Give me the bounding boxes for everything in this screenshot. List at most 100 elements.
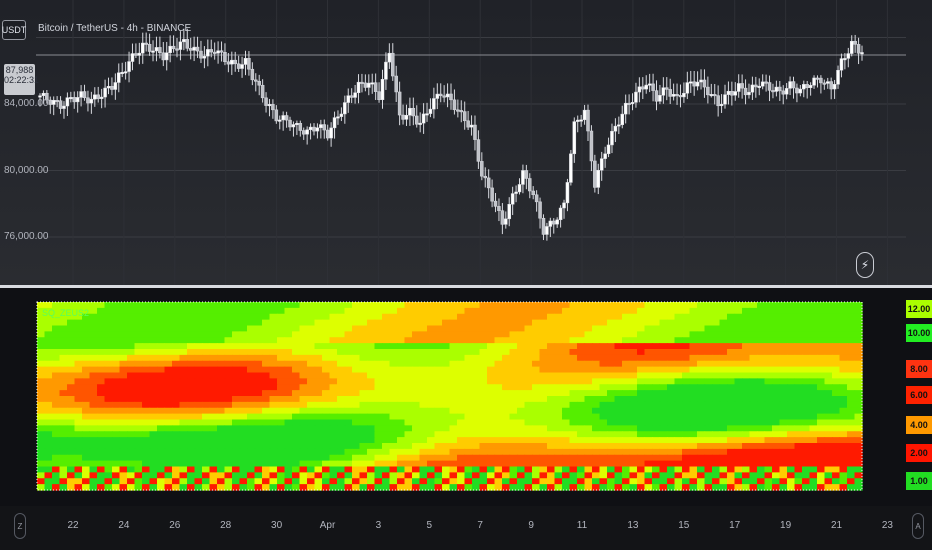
heat-cell — [344, 472, 353, 479]
candle — [346, 88, 350, 113]
heat-cell — [464, 319, 473, 327]
heat-cell — [442, 460, 451, 468]
heat-cell — [187, 337, 196, 344]
heat-cell — [704, 413, 713, 421]
heat-cell — [442, 313, 451, 321]
heat-cell — [584, 413, 593, 421]
heat-cell — [172, 372, 181, 379]
heat-cell — [539, 443, 548, 450]
heat-cell — [622, 337, 631, 344]
heat-cell — [359, 354, 368, 362]
heat-cell — [97, 419, 106, 426]
candle — [106, 77, 111, 95]
candle — [120, 62, 124, 78]
heat-cell — [734, 407, 743, 415]
heat-cell — [194, 484, 203, 491]
heat-cell — [772, 384, 781, 391]
heat-cell — [494, 384, 503, 391]
heat-cell — [382, 378, 391, 385]
heat-cell — [487, 337, 496, 344]
heat-cell — [832, 366, 841, 374]
heat-cell — [374, 478, 383, 485]
heat-cell — [787, 372, 796, 379]
heat-cell — [352, 413, 361, 421]
scroll-left-button[interactable]: Z — [14, 513, 26, 539]
indicator-pane[interactable]: SQ_ZEUS2 12.00 10.00 8.00 6.00 4.00 2.00… — [0, 288, 932, 506]
heat-cell — [719, 331, 728, 338]
heat-cell — [652, 307, 661, 315]
heat-cell — [599, 378, 608, 385]
heat-cell — [554, 325, 563, 332]
heat-cell — [232, 478, 241, 485]
heat-cell — [299, 302, 308, 309]
heat-cell — [322, 431, 331, 438]
heat-cell — [817, 413, 826, 421]
heat-cell — [704, 419, 713, 426]
lightning-icon[interactable]: ⚡ — [856, 252, 874, 278]
heat-cell — [637, 366, 646, 374]
heat-cell — [277, 425, 286, 432]
heat-cell — [314, 343, 323, 350]
heat-cell — [382, 466, 391, 473]
heat-cell — [194, 431, 203, 438]
heat-cell — [367, 401, 376, 409]
time-tick: 21 — [830, 520, 843, 531]
heat-cell — [659, 349, 668, 356]
heat-cell — [329, 307, 338, 315]
heat-cell — [239, 378, 248, 385]
heat-cell — [127, 396, 136, 403]
heat-cell — [524, 384, 533, 391]
heat-cell — [652, 354, 661, 362]
auto-scale-button[interactable]: A — [912, 513, 924, 539]
heat-cell — [344, 319, 353, 327]
heat-cell — [787, 448, 796, 456]
heat-cell — [247, 396, 256, 403]
heat-cell — [719, 307, 728, 315]
heat-cell — [239, 372, 248, 379]
heat-cell — [562, 425, 571, 432]
heat-cell — [802, 319, 811, 327]
heat-cell — [577, 343, 586, 350]
heat-cell — [202, 349, 211, 356]
heat-cell — [179, 448, 188, 456]
heat-cell — [179, 460, 188, 468]
heat-cell — [389, 407, 398, 415]
heat-cell — [517, 349, 526, 356]
heat-cell — [547, 360, 556, 368]
heat-cell — [719, 437, 728, 444]
heat-cell — [269, 360, 278, 368]
time-axis[interactable]: Z A 22 24 26 28 30 Apr 3 5 7 9 11 13 15 17 19 21 23 — [0, 506, 932, 550]
heat-cell — [247, 325, 256, 332]
heat-cell — [404, 337, 413, 344]
heat-cell — [59, 325, 68, 332]
candle — [716, 85, 720, 117]
heat-cell — [509, 437, 518, 444]
heat-cell — [532, 384, 541, 391]
heat-cell — [704, 443, 713, 450]
heat-cell — [52, 366, 61, 374]
heat-cell — [59, 425, 68, 432]
heat-cell — [157, 460, 166, 468]
heat-cell — [614, 390, 623, 397]
heat-cell — [749, 343, 758, 350]
heat-cell — [119, 372, 128, 379]
heat-cell — [307, 472, 316, 479]
heat-cell — [802, 419, 811, 426]
heat-cell — [307, 331, 316, 338]
heat-cell — [232, 366, 241, 374]
heat-cell — [449, 425, 458, 432]
symbol-badge[interactable]: USDT — [2, 20, 26, 40]
heat-cell — [494, 331, 503, 338]
heat-cell — [97, 401, 106, 409]
heat-cell — [427, 425, 436, 432]
heat-cell — [142, 331, 151, 338]
price-chart[interactable] — [0, 0, 932, 285]
heat-cell — [809, 325, 818, 332]
heat-cell — [112, 354, 121, 362]
heat-cell — [794, 378, 803, 385]
heat-cell — [704, 343, 713, 350]
heat-cell — [824, 360, 833, 368]
price-pane[interactable]: USDT Bitcoin / TetherUS - 4h - BINANCE 8… — [0, 0, 932, 285]
heat-cell — [389, 413, 398, 421]
heat-cell — [127, 454, 136, 462]
